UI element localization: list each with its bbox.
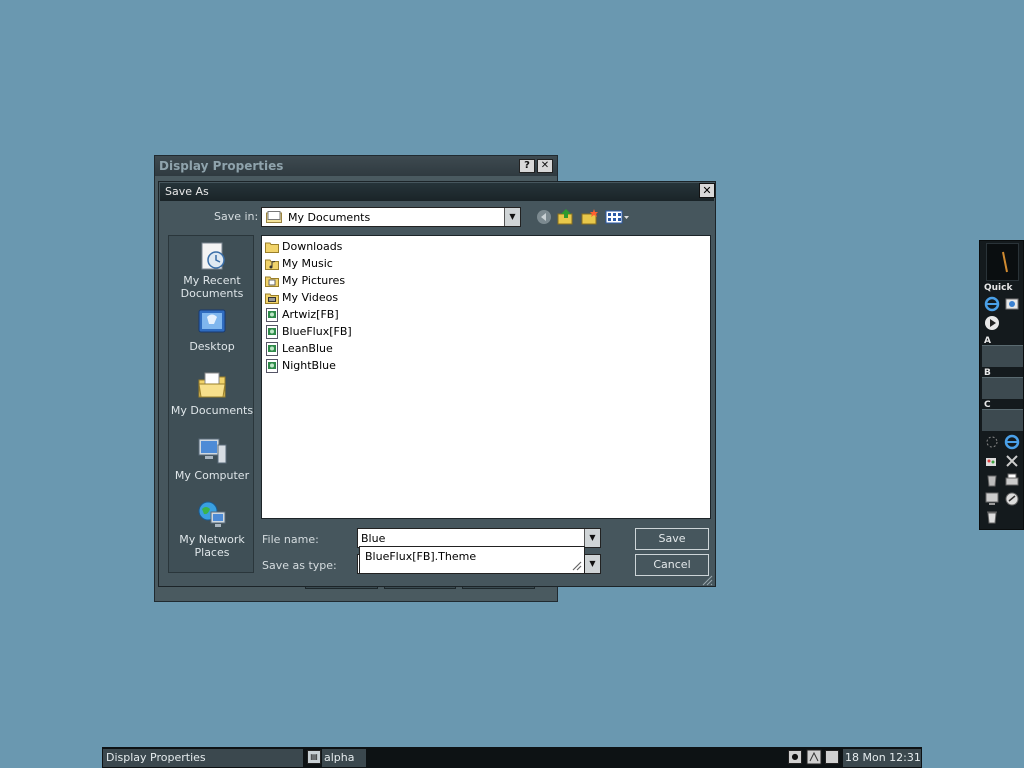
dock-preview <box>986 243 1019 281</box>
display-properties-close-button[interactable]: ✕ <box>537 159 553 173</box>
chevron-down-icon[interactable]: ▼ <box>584 529 600 547</box>
save-as-dialog: Save As ✕ Save in: My Documents ▼ My Rec… <box>158 181 716 587</box>
outlook-icon[interactable] <box>1004 296 1020 312</box>
file-name: Artwiz[FB] <box>282 308 339 321</box>
list-item[interactable]: LeanBlue <box>265 340 333 357</box>
internet-explorer-icon[interactable] <box>1004 434 1020 450</box>
trash-icon[interactable] <box>984 509 1000 525</box>
save-button[interactable]: Save <box>635 528 709 550</box>
save-in-dropdown[interactable]: My Documents ▼ <box>261 207 521 227</box>
save-in-value: My Documents <box>288 211 371 224</box>
taskbar-item-display-properties[interactable]: Display Properties <box>103 749 303 767</box>
printer-icon[interactable] <box>1004 472 1020 488</box>
list-item[interactable]: BlueFlux[FB] <box>265 323 352 340</box>
help-button[interactable]: ? <box>519 159 535 173</box>
network-places-icon <box>198 501 226 527</box>
file-name: My Videos <box>282 291 339 304</box>
save-as-title: Save As <box>165 185 209 198</box>
pen-icon <box>1002 251 1008 273</box>
save-as-type-label: Save as type: <box>262 559 337 572</box>
new-folder-icon[interactable] <box>581 208 599 226</box>
display-properties-title: Display Properties <box>159 159 284 173</box>
resize-grip-icon[interactable] <box>570 559 582 571</box>
place-network-places[interactable]: My Network Places <box>169 499 255 559</box>
computer-icon[interactable] <box>984 491 1000 507</box>
folder-icon <box>265 242 279 253</box>
recent-documents-icon <box>201 242 225 270</box>
chevron-down-icon[interactable]: ▼ <box>584 555 600 573</box>
tray-calendar-icon[interactable] <box>825 750 839 764</box>
my-documents-icon <box>266 211 282 223</box>
file-list[interactable]: Downloads My Music My Pictures My Videos… <box>261 235 711 519</box>
file-name: My Pictures <box>282 274 346 287</box>
autocomplete-suggestion[interactable]: BlueFlux[FB].Theme <box>365 550 476 563</box>
sparkle-icon[interactable] <box>984 434 1000 450</box>
file-name: NightBlue <box>282 359 336 372</box>
list-item[interactable]: My Videos <box>265 289 338 306</box>
autocomplete-dropdown[interactable]: BlueFlux[FB].Theme <box>359 546 585 574</box>
file-name: Downloads <box>282 240 343 253</box>
file-name: My Music <box>282 257 333 270</box>
place-recent-documents[interactable]: My Recent Documents <box>169 240 255 300</box>
theme-file-icon <box>266 358 278 373</box>
taskbar: Display Properties ▤ alpha ● 18 Mon 12:3… <box>102 747 922 768</box>
dock-section-a-bar[interactable] <box>982 345 1023 367</box>
list-item[interactable]: Artwiz[FB] <box>265 306 339 323</box>
save-as-close-button[interactable]: ✕ <box>699 183 715 198</box>
save-as-titlebar[interactable]: Save As <box>160 183 714 201</box>
place-label: My Computer <box>174 469 250 482</box>
videos-folder-icon <box>265 293 279 304</box>
place-label: Desktop <box>189 340 235 353</box>
place-label: My Documents <box>170 404 254 417</box>
file-name-value: Blue <box>361 532 386 545</box>
theme-file-icon <box>266 307 278 322</box>
chevron-down-icon[interactable]: ▼ <box>504 208 520 226</box>
place-my-documents[interactable]: My Documents <box>169 370 255 417</box>
file-name-label: File name: <box>262 533 319 546</box>
place-my-computer[interactable]: My Computer <box>169 435 255 482</box>
desktop-icon <box>198 309 226 333</box>
file-name-input[interactable]: Blue ▼ <box>357 528 601 548</box>
display-properties-titlebar[interactable]: Display Properties ? ✕ <box>155 156 557 176</box>
theme-file-icon <box>266 324 278 339</box>
alpha-app-icon[interactable]: ▤ <box>307 750 321 764</box>
dialog-resize-grip-icon[interactable] <box>701 574 713 586</box>
places-bar: My Recent Documents Desktop My Documents <box>168 235 254 573</box>
place-desktop[interactable]: Desktop <box>169 306 255 353</box>
my-documents-icon <box>198 372 226 398</box>
view-menu-icon[interactable] <box>605 208 631 226</box>
back-icon[interactable] <box>535 208 553 226</box>
place-label: My Network Places <box>179 533 245 559</box>
list-item[interactable]: My Pictures <box>265 272 345 289</box>
tray-network-icon[interactable] <box>806 749 822 765</box>
dock-section-c-bar[interactable] <box>982 409 1023 431</box>
music-folder-icon <box>265 259 279 270</box>
clock: 18 Mon 12:31 <box>843 749 921 767</box>
place-label: My Recent Documents <box>180 274 244 300</box>
file-name: BlueFlux[FB] <box>282 325 352 338</box>
pictures-folder-icon <box>265 276 279 287</box>
dock-section-b-bar[interactable] <box>982 377 1023 399</box>
internet-explorer-icon[interactable] <box>984 296 1000 312</box>
paint-icon[interactable] <box>984 453 1000 469</box>
side-dock: Quick A B C <box>979 240 1024 530</box>
cancel-button[interactable]: Cancel <box>635 554 709 576</box>
list-item[interactable]: My Music <box>265 255 333 272</box>
tools-icon[interactable] <box>1004 453 1020 469</box>
list-item[interactable]: Downloads <box>265 238 342 255</box>
dock-quick-label: Quick <box>984 283 1013 293</box>
recycle-bin-icon[interactable] <box>984 472 1000 488</box>
shortcut-icon[interactable] <box>1004 491 1020 507</box>
my-computer-icon <box>198 438 227 464</box>
media-player-icon[interactable] <box>984 315 1000 331</box>
file-name: LeanBlue <box>282 342 333 355</box>
tray-dot-icon[interactable]: ● <box>788 750 802 764</box>
theme-file-icon <box>266 341 278 356</box>
list-item[interactable]: NightBlue <box>265 357 336 374</box>
save-in-label: Save in: <box>214 210 259 223</box>
taskbar-item-alpha[interactable]: alpha <box>322 749 366 767</box>
up-folder-icon[interactable] <box>557 208 575 226</box>
